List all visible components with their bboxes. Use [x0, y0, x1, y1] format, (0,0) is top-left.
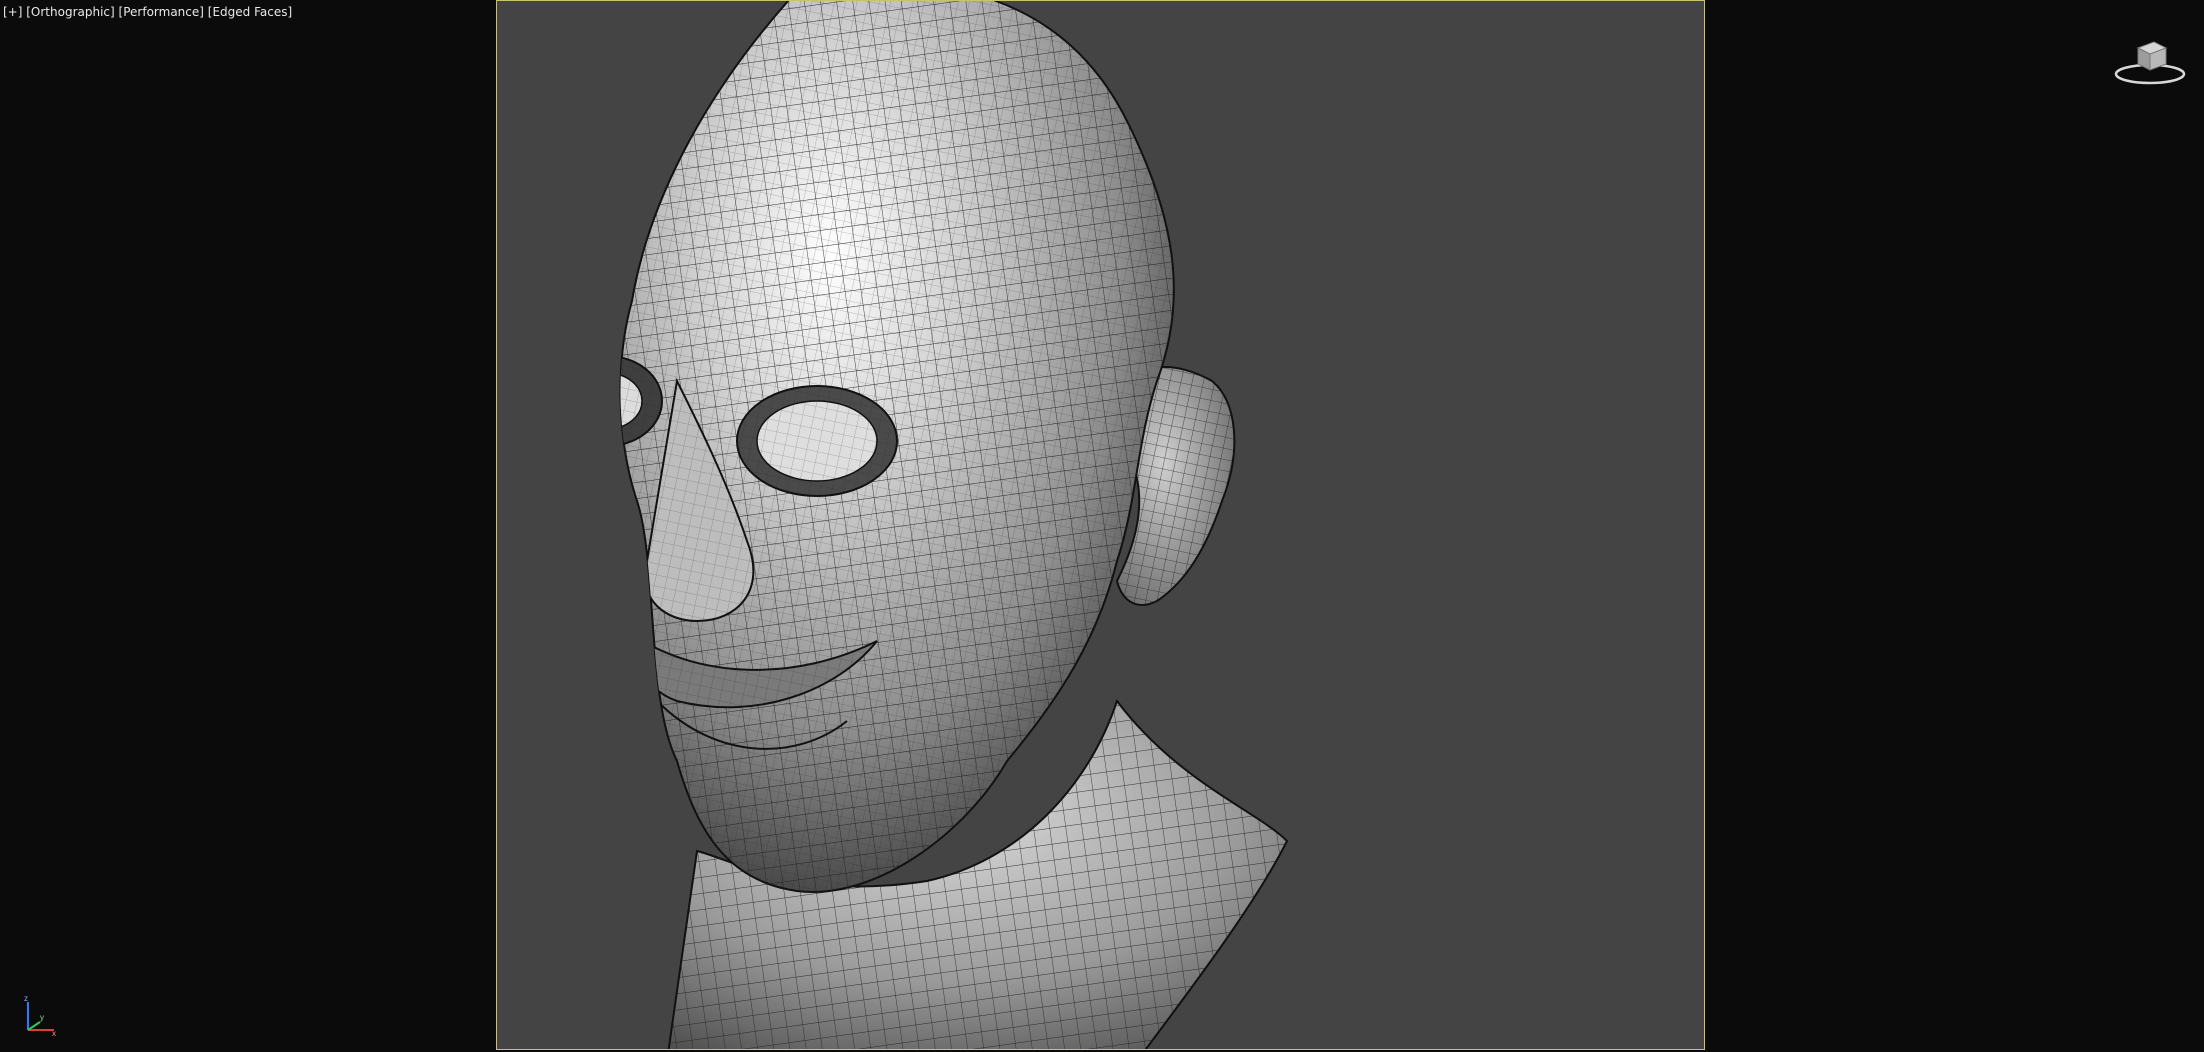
safe-frame[interactable] [496, 0, 1705, 1050]
viewport-shading-menu[interactable]: [Performance] [119, 5, 204, 19]
axis-z-label: z [24, 994, 28, 1003]
axis-tripod-icon: z y x [24, 994, 56, 1036]
head-model[interactable] [497, 1, 1705, 1050]
viewport-view-menu[interactable]: [Orthographic] [26, 5, 114, 19]
viewport-edged-faces-menu[interactable]: [Edged Faces] [208, 5, 292, 19]
axis-x-label: x [52, 1029, 56, 1036]
viewport-label-menu[interactable]: [+] [Orthographic] [Performance] [Edged … [3, 5, 292, 19]
viewcube-icon[interactable] [2110, 30, 2190, 90]
axis-y-label: y [40, 1013, 44, 1022]
perspective-viewport[interactable]: [+] [Orthographic] [Performance] [Edged … [0, 0, 2204, 1052]
viewport-plus-menu[interactable]: [+] [3, 5, 22, 19]
